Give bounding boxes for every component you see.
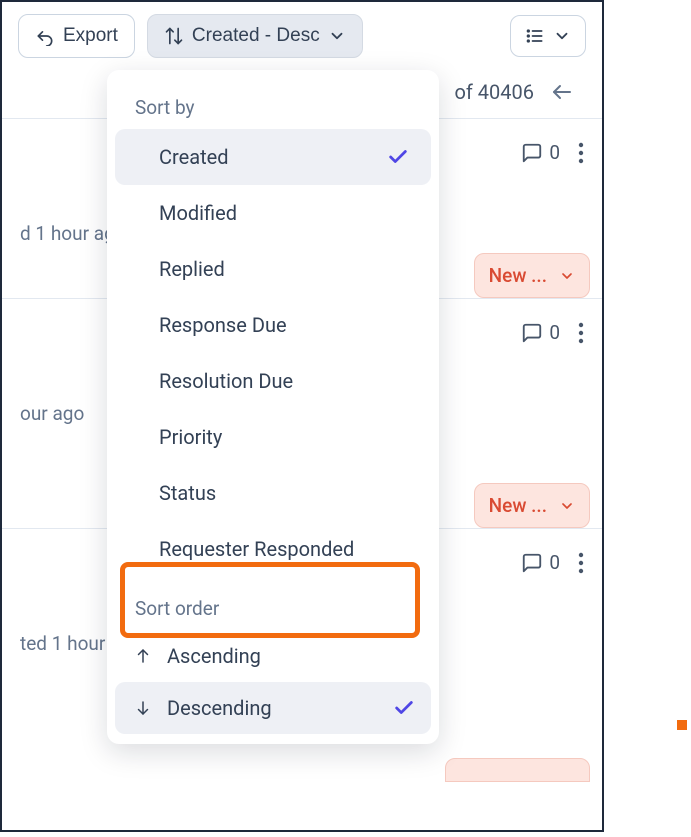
- chevron-down-icon: [559, 498, 575, 514]
- arrow-down-icon: [131, 699, 155, 717]
- sort-option-status[interactable]: Status: [115, 465, 431, 521]
- chevron-down-icon: [328, 27, 346, 45]
- comment-count: 0: [521, 321, 560, 344]
- more-icon[interactable]: [578, 142, 584, 164]
- chat-icon: [521, 322, 543, 344]
- chevron-down-icon: [553, 27, 571, 45]
- comment-count: 0: [521, 551, 560, 574]
- sort-button[interactable]: Created - Desc: [147, 14, 363, 58]
- more-icon[interactable]: [578, 322, 584, 344]
- order-ascending[interactable]: Ascending: [115, 630, 431, 682]
- list-icon: [525, 26, 545, 46]
- chevron-down-icon: [559, 268, 575, 284]
- order-descending[interactable]: Descending: [115, 682, 431, 734]
- export-label: Export: [63, 25, 118, 47]
- status-chip[interactable]: [445, 758, 590, 782]
- sort-label: Created - Desc: [192, 25, 320, 47]
- sort-option-priority[interactable]: Priority: [115, 409, 431, 465]
- sort-dropdown: Sort by Created Modified Replied Respons…: [107, 70, 439, 744]
- view-options-button[interactable]: [510, 15, 586, 57]
- sort-option-requester-responded[interactable]: Requester Responded: [115, 521, 431, 577]
- check-icon: [393, 697, 415, 719]
- record-count: of 40406: [454, 80, 534, 104]
- sort-option-replied[interactable]: Replied: [115, 241, 431, 297]
- comment-count: 0: [521, 141, 560, 164]
- back-arrow-icon[interactable]: [546, 76, 578, 108]
- export-button[interactable]: Export: [18, 14, 135, 58]
- sort-option-modified[interactable]: Modified: [115, 185, 431, 241]
- chat-icon: [521, 142, 543, 164]
- check-icon: [387, 146, 409, 168]
- sort-option-response-due[interactable]: Response Due: [115, 297, 431, 353]
- status-chip[interactable]: New ...: [474, 483, 590, 528]
- status-chip[interactable]: New ...: [474, 253, 590, 298]
- chat-icon: [521, 552, 543, 574]
- sort-option-created[interactable]: Created: [115, 129, 431, 185]
- toolbar: Export Created - Desc: [2, 2, 602, 70]
- more-icon[interactable]: [578, 552, 584, 574]
- export-icon: [35, 26, 55, 46]
- sort-option-resolution-due[interactable]: Resolution Due: [115, 353, 431, 409]
- sort-icon: [164, 26, 184, 46]
- annotation-dot: [677, 720, 687, 730]
- arrow-up-icon: [131, 647, 155, 665]
- sort-by-label: Sort by: [115, 86, 431, 129]
- sort-order-label: Sort order: [115, 587, 431, 630]
